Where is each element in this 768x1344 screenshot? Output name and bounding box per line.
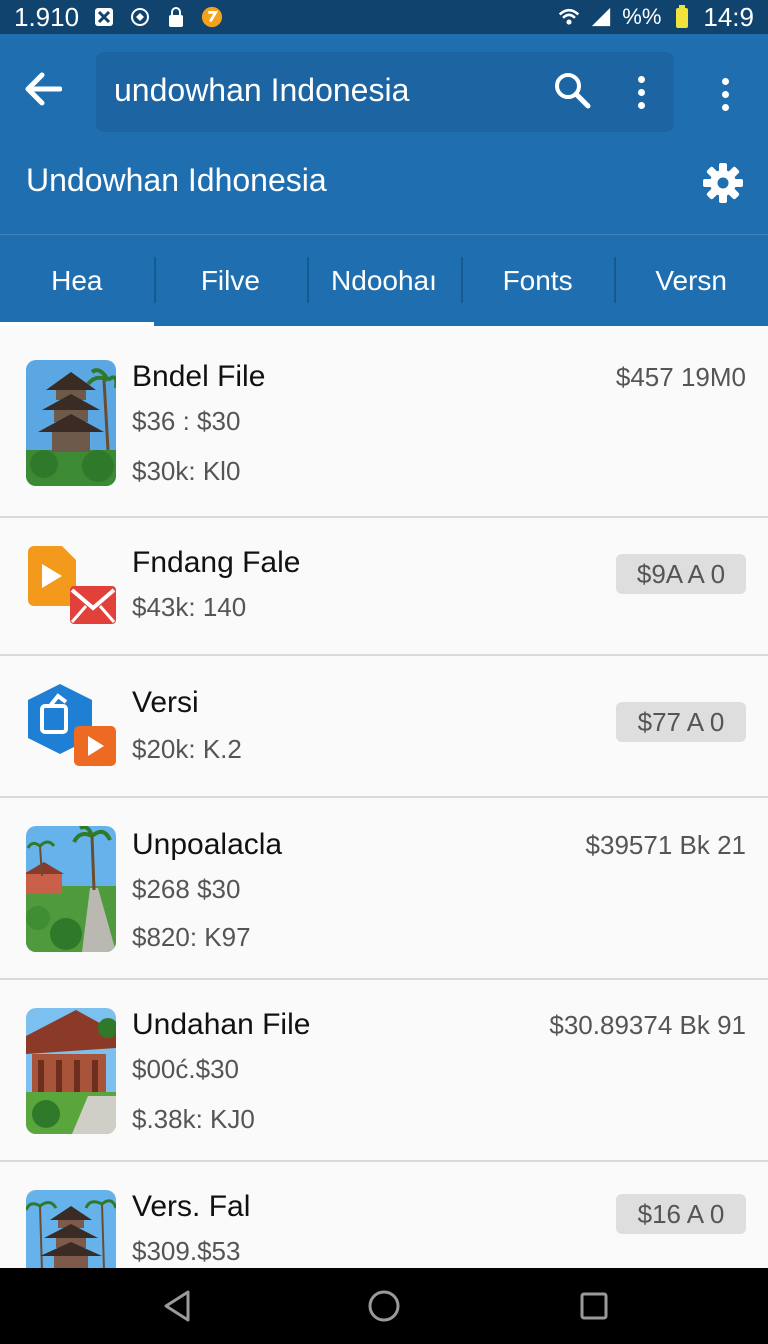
search-button[interactable] bbox=[552, 70, 596, 114]
list-item[interactable]: Unpoalacla $268 $30 $820: K97 $39571 Bk … bbox=[0, 798, 768, 980]
search-field[interactable]: undowhan Indonesia bbox=[96, 52, 674, 132]
item-detail: $43k: 140 bbox=[132, 592, 247, 622]
tab-ndoohai[interactable]: Ndoohaı bbox=[307, 235, 461, 326]
item-size: $30.89374 Bk 91 bbox=[549, 1010, 746, 1040]
item-size-badge: $16 A 0 bbox=[616, 1194, 746, 1234]
search-menu-button[interactable] bbox=[626, 70, 656, 114]
status-bar: 1.910 %% 14:9 bbox=[0, 0, 768, 34]
item-size: $457 19M0 bbox=[615, 362, 746, 392]
notification-coin-icon bbox=[201, 6, 223, 28]
tab-versn[interactable]: Versn bbox=[614, 235, 768, 326]
recents-square-icon bbox=[580, 1292, 608, 1320]
tab-label: Ndoohaı bbox=[331, 264, 437, 296]
notification-x-icon bbox=[93, 6, 115, 28]
item-title: Fndang Fale bbox=[132, 546, 301, 579]
garden-thumbnail bbox=[26, 826, 116, 952]
battery-percent: %% bbox=[622, 4, 662, 29]
blue-hex-app-icon bbox=[26, 684, 116, 768]
wifi-icon bbox=[558, 6, 580, 28]
item-title: Vers. Fal bbox=[132, 1190, 251, 1223]
kebab-menu-icon bbox=[626, 70, 656, 114]
item-size: $39571 Bk 21 bbox=[585, 830, 746, 860]
signal-icon bbox=[590, 6, 612, 28]
list-item[interactable]: Vers. Fal $309.$53 $16 A 0 bbox=[0, 1162, 768, 1268]
item-title: Unpoalacla bbox=[132, 828, 283, 861]
page-title: Undowhan Idhonesia bbox=[26, 162, 327, 198]
item-detail: $268 $30 bbox=[132, 874, 241, 904]
back-triangle-icon bbox=[164, 1290, 190, 1322]
video-mail-icon bbox=[26, 546, 116, 626]
back-button[interactable] bbox=[18, 64, 68, 114]
list-item[interactable]: Versi $20k: K.2 $77 A 0 bbox=[0, 656, 768, 798]
tab-filve[interactable]: Filve bbox=[153, 235, 308, 326]
search-input[interactable]: undowhan Indonesia bbox=[114, 72, 409, 109]
status-time-left: 1.910 bbox=[14, 1, 80, 32]
tab-hea[interactable]: Hea bbox=[0, 235, 154, 326]
list-item[interactable]: Fndang Fale $43k: 140 $9A A 0 bbox=[0, 518, 768, 656]
item-title: Versi bbox=[132, 686, 199, 719]
item-detail: $820: K97 bbox=[132, 922, 251, 952]
tab-label: Hea bbox=[51, 264, 103, 296]
file-list: Bndel File $36 : $30 $30k: Kl0 $457 19M0… bbox=[0, 326, 768, 1268]
pagoda-thumbnail bbox=[26, 360, 116, 486]
item-detail: $.38k: KJ0 bbox=[132, 1104, 255, 1134]
nav-back-button[interactable] bbox=[158, 1286, 198, 1326]
list-item[interactable]: Bndel File $36 : $30 $30k: Kl0 $457 19M0 bbox=[0, 326, 768, 518]
item-size-badge: $9A A 0 bbox=[616, 554, 746, 594]
tab-bar: Hea Filve Ndoohaı Fonts Versn bbox=[0, 234, 768, 326]
app-bar: undowhan Indonesia Undowhan Idhonesia He… bbox=[0, 34, 768, 326]
system-nav-bar bbox=[0, 1268, 768, 1344]
item-detail: $309.$53 bbox=[132, 1236, 241, 1266]
nav-recents-button[interactable] bbox=[574, 1286, 614, 1326]
notification-app-icon bbox=[129, 6, 151, 28]
kebab-menu-icon bbox=[708, 72, 742, 116]
temple-thumbnail bbox=[26, 1190, 116, 1268]
item-detail: $30k: Kl0 bbox=[132, 456, 241, 486]
notification-lock-icon bbox=[165, 6, 187, 28]
overflow-menu-button[interactable] bbox=[708, 72, 742, 116]
item-detail: $00ć.$30 bbox=[132, 1054, 239, 1084]
list-item[interactable]: Undahan File $00ć.$30 $.38k: KJ0 $30.893… bbox=[0, 980, 768, 1162]
item-detail: $20k: K.2 bbox=[132, 734, 242, 764]
gear-icon bbox=[703, 163, 743, 203]
pavilion-thumbnail bbox=[26, 1008, 116, 1134]
tab-fonts[interactable]: Fonts bbox=[460, 235, 615, 326]
arrow-left-icon bbox=[25, 72, 62, 106]
item-title: Bndel File bbox=[132, 360, 266, 393]
item-title: Undahan File bbox=[132, 1008, 311, 1041]
status-time-right: 14:9 bbox=[703, 1, 754, 32]
search-icon bbox=[555, 73, 591, 109]
battery-icon bbox=[671, 5, 693, 28]
tab-label: Filve bbox=[200, 264, 260, 296]
tab-label: Fonts bbox=[502, 264, 573, 296]
tab-label: Versn bbox=[655, 264, 727, 296]
item-detail: $36 : $30 bbox=[132, 406, 241, 436]
home-circle-icon bbox=[368, 1290, 400, 1322]
search-row: undowhan Indonesia bbox=[0, 44, 768, 134]
item-size-badge: $77 A 0 bbox=[616, 702, 746, 742]
nav-home-button[interactable] bbox=[364, 1286, 404, 1326]
settings-button[interactable] bbox=[700, 160, 746, 206]
